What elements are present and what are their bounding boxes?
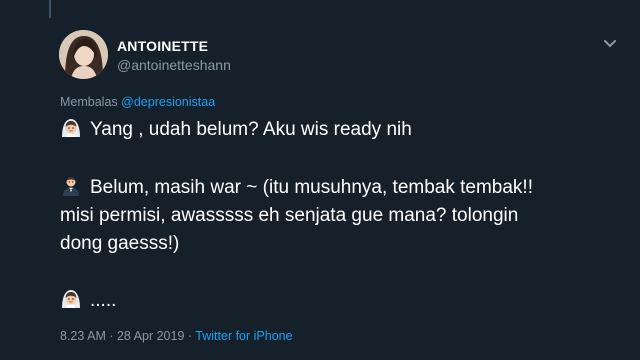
reply-to-link[interactable]: @depresionistaa xyxy=(121,95,215,109)
meta-separator: · xyxy=(184,329,196,343)
meta-separator: · xyxy=(105,329,117,343)
display-name[interactable]: ANTOINETTE xyxy=(117,38,208,54)
chevron-down-icon[interactable] xyxy=(602,37,618,49)
reply-context: Membalas @depresionistaa xyxy=(60,95,215,109)
tweet-metadata: 8.23 AM · 28 Apr 2019 · Twitter for iPho… xyxy=(60,329,293,343)
user-handle[interactable]: @antoinetteshann xyxy=(117,57,231,73)
tweet-line-5: ..... xyxy=(60,288,116,314)
tweet-date[interactable]: 28 Apr 2019 xyxy=(117,329,184,343)
thread-connector-line xyxy=(49,0,51,18)
tweet-time[interactable]: 8.23 AM xyxy=(60,329,106,343)
tweet-source-link[interactable]: Twitter for iPhone xyxy=(195,329,292,343)
avatar[interactable] xyxy=(59,30,108,79)
reply-prefix: Membalas xyxy=(60,95,118,109)
man-in-tuxedo-icon xyxy=(60,175,82,197)
tweet-line-4: dong gaesss!) xyxy=(60,233,180,254)
tweet-text-line2: Belum, masih war ~ (itu musuhnya, tembak… xyxy=(90,177,533,198)
tweet-text-line5: ..... xyxy=(90,290,117,311)
tweet-line-1: Yang , udah belum? Aku wis ready nih xyxy=(60,117,412,143)
tweet-text-line1: Yang , udah belum? Aku wis ready nih xyxy=(90,119,412,140)
bride-with-veil-icon xyxy=(60,117,82,139)
tweet-card: ANTOINETTE @antoinetteshann Membalas @de… xyxy=(0,0,640,360)
tweet-line-3: misi permisi, awasssss eh senjata gue ma… xyxy=(60,205,519,226)
tweet-line-2: Belum, masih war ~ (itu musuhnya, tembak… xyxy=(60,175,533,201)
bride-with-veil-icon xyxy=(60,288,82,310)
